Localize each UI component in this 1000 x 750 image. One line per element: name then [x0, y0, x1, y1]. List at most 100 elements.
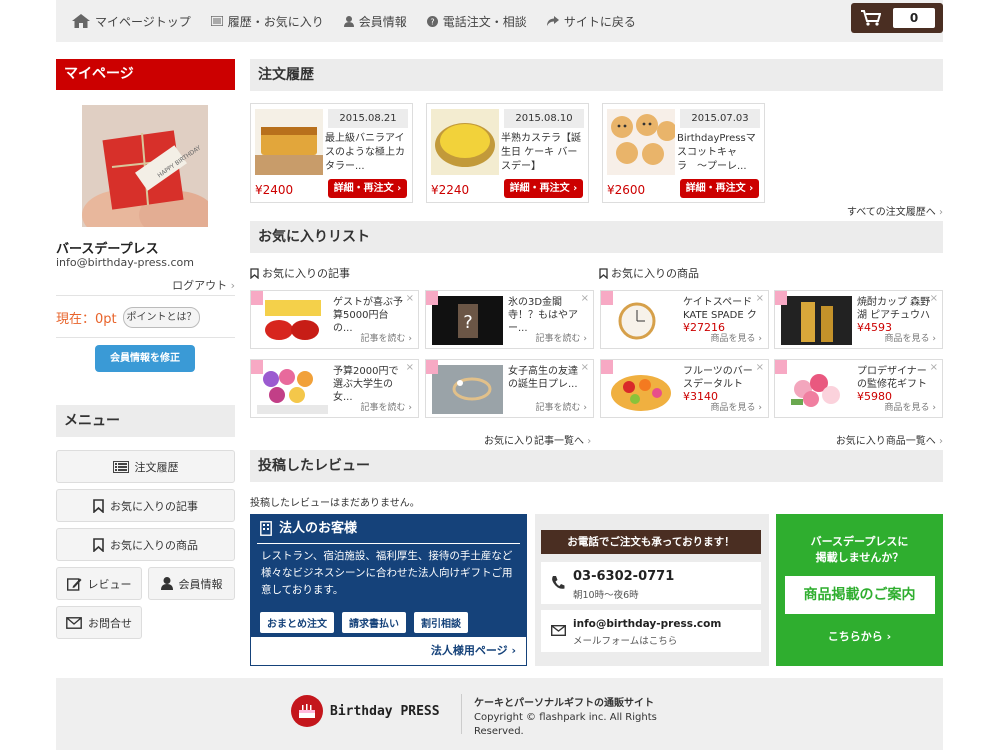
order-detail-button[interactable]: 詳細・再注文 › [504, 179, 583, 198]
svg-text:?: ? [430, 17, 434, 26]
article-thumbnail [432, 365, 503, 414]
cake-logo-icon [291, 695, 323, 727]
fav-article-card[interactable]: ? 氷の3D金閣寺！？もはやアー... × 記事を読む › [425, 290, 594, 349]
corporate-page-link[interactable]: 法人様用ページ › [251, 637, 526, 665]
all-orders-link[interactable]: すべての注文履歴へ › [847, 203, 943, 218]
close-icon[interactable]: × [581, 293, 589, 304]
order-detail-button[interactable]: 詳細・再注文 › [680, 179, 759, 198]
view-product-link[interactable]: 商品を見る › [885, 400, 936, 413]
nav-back-to-site[interactable]: サイトに戻る [546, 13, 636, 30]
read-article-link[interactable]: 記事を読む › [536, 331, 587, 344]
phone-order-box: お電話でご注文も承っております！ 03-6302-0771 朝10時〜夜6時 i… [535, 514, 769, 666]
listing-line: 掲載しませんか？ [815, 551, 904, 564]
article-thumbnail: ? [432, 296, 503, 345]
link-label: お気に入り商品一覧へ [835, 436, 936, 447]
close-icon[interactable]: × [756, 293, 764, 304]
chevron-right-icon: › [573, 183, 578, 194]
footer: Birthday PRESS ケーキとパーソナルギフトの通販サイト Copyri… [56, 678, 943, 750]
product-title: 焼酎カップ 森野湖 ピアチュウハイ ... [857, 297, 931, 321]
listing-link[interactable]: こちらから › [776, 628, 943, 644]
footer-logo[interactable]: Birthday PRESS [291, 695, 440, 727]
order-product-name[interactable]: 半熟カステラ【誕生日 ケーキ バースデー】 [501, 132, 585, 174]
nav-label: 電話注文・相談 [442, 14, 527, 29]
fav-product-card[interactable]: フルーツのバースデータルト 14cm【... ¥3140 × 商品を見る › [600, 359, 769, 418]
order-product-name[interactable]: 最上級バニラアイスのような極上カタラー... [325, 132, 409, 174]
nav-mypage-top[interactable]: マイページトップ [72, 13, 191, 30]
fav-products-more-link[interactable]: お気に入り商品一覧へ › [836, 432, 943, 447]
cart-icon [861, 10, 881, 26]
menu-fav-articles-button[interactable]: お気に入りの記事 [56, 489, 235, 522]
building-icon [260, 521, 272, 536]
chevron-right-icon: › [397, 183, 402, 194]
bookmark-tag-icon [251, 291, 263, 305]
phone-order-title: お電話でご注文も承っております！ [541, 530, 761, 554]
corporate-banner[interactable]: 法人のお客様 レストラン、宿泊施設、福利厚生、接待の手土産など様々なビジネスシー… [250, 514, 527, 666]
phone-number: 03-6302-0771 [573, 569, 675, 584]
order-thumbnail [255, 109, 323, 175]
phone-number-box[interactable]: 03-6302-0771 朝10時〜夜6時 [541, 562, 761, 604]
fav-product-card[interactable]: ケイトスペード KATE SPADE クオーツ... ¥27216 × 商品を見… [600, 290, 769, 349]
fav-article-card[interactable]: 予算2000円で選ぶ大学生の女... × 記事を読む › [250, 359, 419, 418]
reviews-title: 投稿したレビュー [250, 450, 943, 482]
nav-history-favorites[interactable]: 履歴・お気に入り [210, 13, 324, 30]
nav-member-info[interactable]: 会員情報 [343, 13, 407, 30]
fav-product-card[interactable]: 焼酎カップ 森野湖 ピアチュウハイ ... ¥4593 × 商品を見る › [774, 290, 943, 349]
bookmark-icon [599, 267, 608, 279]
order-product-name[interactable]: BirthdayPressマスコットキャラ 〜プーレ... [677, 132, 761, 174]
close-icon[interactable]: × [930, 362, 938, 373]
close-icon[interactable]: × [756, 362, 764, 373]
link-label: 記事を読む [360, 334, 406, 344]
detail-label: 詳細・再注文 [685, 183, 746, 194]
corporate-tags: おまとめ注文 請求書払い 割引相談 [251, 612, 526, 633]
read-article-link[interactable]: 記事を読む › [361, 400, 412, 413]
close-icon[interactable]: × [581, 362, 589, 373]
menu-review-button[interactable]: レビュー [56, 567, 142, 600]
menu-contact-button[interactable]: お問合せ [56, 606, 142, 639]
fav-article-card[interactable]: 女子高生の友達の誕生日プレ... × 記事を読む › [425, 359, 594, 418]
menu-label: 注文履歴 [134, 460, 179, 474]
order-price: ¥2600 [607, 183, 646, 197]
fav-product-card[interactable]: プロデザイナーの監修花ギフト ピン... ¥5980 × 商品を見る › [774, 359, 943, 418]
phone-icon [552, 576, 565, 589]
close-icon[interactable]: × [930, 293, 938, 304]
email-contact-box[interactable]: info@birthday-press.com メールフォームはこちら [541, 610, 761, 652]
listing-guide-box: 商品掲載のご案内 [784, 576, 935, 614]
product-thumbnail [607, 365, 678, 414]
order-detail-button[interactable]: 詳細・再注文 › [328, 179, 407, 198]
nav-label: 会員情報 [358, 14, 407, 29]
listing-banner[interactable]: バースデープレスに 掲載しませんか？ 商品掲載のご案内 こちらから › [776, 514, 943, 666]
bookmark-icon [250, 267, 259, 279]
order-card: 2015.08.21 最上級バニラアイスのような極上カタラー... ¥2400 … [250, 103, 413, 203]
menu-member-button[interactable]: 会員情報 [148, 567, 235, 600]
corporate-header: 法人のお客様 [251, 515, 526, 543]
edit-member-button[interactable]: 会員情報を修正 [95, 345, 195, 372]
nav-phone-order[interactable]: ? 電話注文・相談 [426, 13, 527, 30]
fav-article-card[interactable]: ゲストが喜ぶ予算5000円台の... × 記事を読む › [250, 290, 419, 349]
menu-orders-button[interactable]: 注文履歴 [56, 450, 235, 483]
user-icon [160, 577, 173, 590]
listing-line: バースデープレスに [810, 535, 909, 548]
logout-link[interactable]: ログアウト › [172, 277, 235, 293]
read-article-link[interactable]: 記事を読む › [361, 331, 412, 344]
divider [461, 694, 462, 734]
product-title: フルーツのバースデータルト 14cm【... [683, 366, 753, 390]
envelope-icon [551, 625, 566, 636]
fav-articles-more-link[interactable]: お気に入り記事一覧へ › [484, 432, 591, 447]
read-article-link[interactable]: 記事を読む › [536, 400, 587, 413]
cart-button[interactable]: 0 [851, 3, 943, 33]
close-icon[interactable]: × [406, 362, 414, 373]
nav-label: サイトに戻る [563, 14, 636, 29]
bookmark-tag-icon [601, 291, 613, 305]
article-thumbnail [257, 365, 328, 414]
menu-fav-products-button[interactable]: お気に入りの商品 [56, 528, 235, 561]
close-icon[interactable]: × [406, 293, 414, 304]
view-product-link[interactable]: 商品を見る › [711, 331, 762, 344]
view-product-link[interactable]: 商品を見る › [885, 331, 936, 344]
footer-copyright: Copyright © flashpark inc. All Rights Re… [474, 712, 657, 737]
listing-text: バースデープレスに 掲載しませんか？ [776, 534, 943, 566]
link-label: 商品を見る [710, 334, 756, 344]
points-help-button[interactable]: ポイントとは？ [123, 307, 200, 328]
chevron-right-icon: › [587, 436, 592, 447]
view-product-link[interactable]: 商品を見る › [711, 400, 762, 413]
top-navigation: マイページトップ 履歴・お気に入り 会員情報 ? 電話注文・相談 サイトに戻る … [56, 0, 943, 42]
